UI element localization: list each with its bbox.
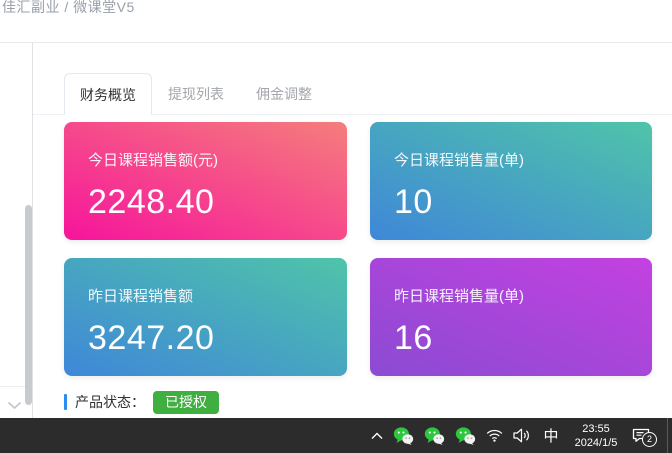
wechat-icon[interactable]	[455, 427, 476, 445]
clock-date: 2024/1/5	[570, 436, 622, 450]
stat-card-label: 昨日课程销售量(单)	[394, 285, 628, 306]
chevron-down-icon[interactable]	[7, 397, 22, 415]
product-status-label: 产品状态：	[75, 392, 145, 412]
accent-bar	[64, 394, 67, 410]
stat-card-label: 今日课程销售量(单)	[394, 149, 628, 170]
tab-commission-adjust[interactable]: 佣金调整	[240, 73, 328, 115]
clock-time: 23:55	[570, 422, 622, 436]
show-desktop-button[interactable]	[667, 418, 672, 453]
stat-card-value: 2248.40	[88, 183, 323, 222]
tab-withdraw-list[interactable]: 提现列表	[152, 73, 240, 115]
screen: 佳汇副业 / 微课堂V5 财务概览 提现列表 佣金调整 今日课程销售额(元) 2…	[0, 0, 672, 453]
notification-badge: 2	[642, 432, 657, 447]
stat-card-label: 昨日课程销售额	[88, 285, 323, 306]
strip-divider	[0, 386, 27, 387]
wechat-icon[interactable]	[424, 427, 445, 445]
taskbar: 中 23:55 2024/1/5 2	[0, 418, 672, 453]
ime-indicator[interactable]: 中	[542, 425, 560, 446]
left-strip	[0, 43, 33, 418]
stat-card-label: 今日课程销售额(元)	[88, 149, 323, 170]
scrollbar-thumb[interactable]	[25, 205, 32, 405]
breadcrumb-bar: 佳汇副业 / 微课堂V5	[0, 0, 672, 43]
status-badge: 已授权	[153, 391, 219, 414]
stat-card-today-sales-count: 今日课程销售量(单) 10	[370, 122, 652, 240]
stat-card-value: 10	[394, 183, 628, 222]
stat-card-yesterday-sales-amount: 昨日课程销售额 3247.20	[64, 258, 347, 376]
stat-cards-grid: 今日课程销售额(元) 2248.40 今日课程销售量(单) 10 昨日课程销售额…	[64, 122, 652, 376]
wifi-icon[interactable]	[486, 429, 503, 442]
stat-card-yesterday-sales-count: 昨日课程销售量(单) 16	[370, 258, 652, 376]
taskbar-clock[interactable]: 23:55 2024/1/5	[570, 422, 622, 450]
stat-card-value: 3247.20	[88, 319, 323, 358]
stat-card-today-sales-amount: 今日课程销售额(元) 2248.40	[64, 122, 347, 240]
wechat-icon[interactable]	[393, 427, 414, 445]
product-status-row: 产品状态： 已授权	[64, 390, 219, 414]
tab-finance-overview[interactable]: 财务概览	[64, 73, 152, 115]
stat-card-value: 16	[394, 319, 628, 358]
volume-icon[interactable]	[513, 428, 532, 443]
action-center-icon[interactable]: 2	[632, 428, 650, 443]
chevron-up-icon[interactable]	[371, 432, 383, 440]
breadcrumb[interactable]: 佳汇副业 / 微课堂V5	[2, 0, 135, 17]
